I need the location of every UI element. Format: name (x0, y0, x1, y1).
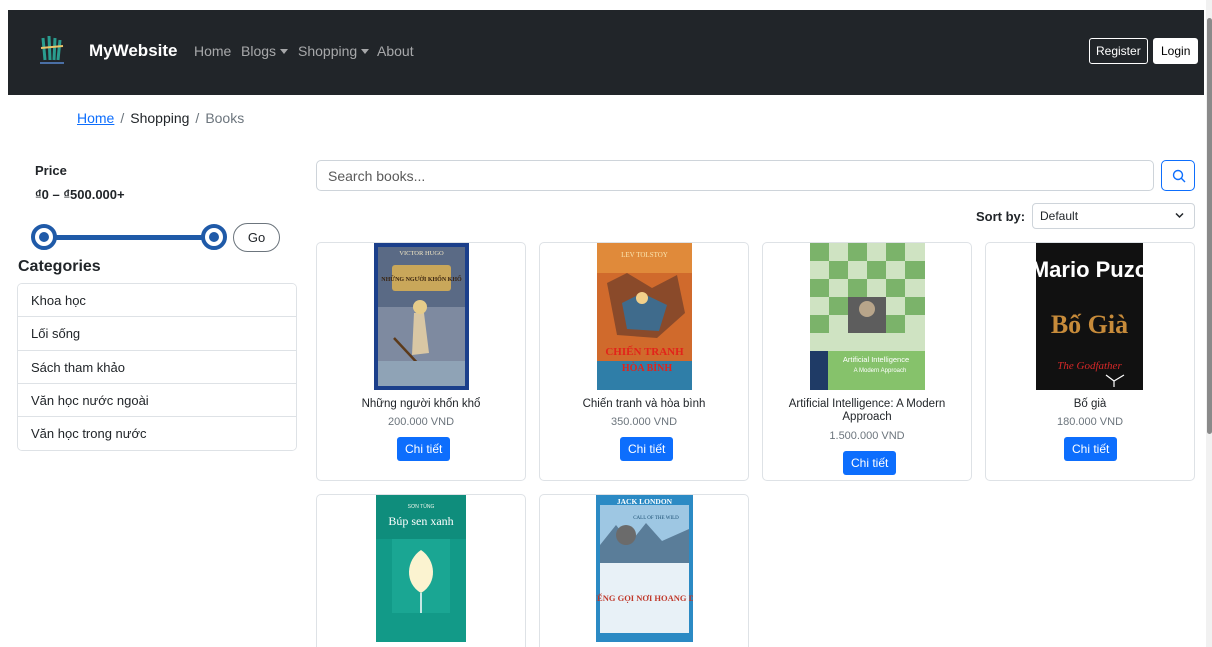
price-filter-title: Price (35, 163, 67, 178)
cover-author: JACK LONDON (617, 497, 673, 506)
cover-title: Artificial Intelligence (843, 355, 909, 364)
product-price: 180.000 VND (1056, 416, 1124, 428)
nav-blogs-label: Blogs (241, 43, 277, 59)
cover-author: SƠN TÙNG (408, 503, 435, 510)
product-card: Mario Puzo Bố Già The Godfather Bố già 1… (985, 242, 1195, 481)
search-icon (1172, 169, 1186, 183)
login-button[interactable]: Login (1153, 38, 1199, 64)
search-button[interactable] (1161, 160, 1195, 191)
breadcrumb-shopping: Shopping (130, 110, 190, 126)
site-logo-icon[interactable] (35, 32, 69, 68)
categories-title: Categories (18, 258, 101, 275)
product-name[interactable]: Chiến tranh và hòa bình (546, 398, 742, 411)
category-item-loi-song[interactable]: Lối sống (18, 317, 296, 351)
cover-author: VICTOR HUGO (399, 250, 444, 257)
product-card: JACK LONDON CALL OF THE WILD TIẾNG GỌI N… (539, 494, 749, 647)
price-slider-track[interactable] (44, 235, 214, 240)
product-price: 200.000 VND (387, 416, 455, 428)
product-name[interactable]: Artificial Intelligence: A Modern Approa… (769, 398, 965, 424)
scrollbar-thumb[interactable] (1207, 18, 1212, 434)
category-item-van-hoc-nuoc-ngoai[interactable]: Văn học nước ngoài (18, 383, 296, 418)
nav-home[interactable]: Home (194, 43, 231, 59)
cover-title: TIẾNG GỌI NƠI HOANG DÃ (596, 593, 693, 603)
book-cover-image[interactable]: Mario Puzo Bố Già The Godfather (1036, 243, 1143, 390)
product-name[interactable]: Những người khốn khổ (323, 398, 519, 411)
product-name[interactable]: Bố già (992, 398, 1188, 411)
cover-title: CHIẾN TRANH (605, 345, 684, 358)
category-item-sach-tham-khao[interactable]: Sách tham khảo (18, 350, 296, 384)
cover-subtitle: CALL OF THE WILD (633, 516, 679, 521)
caret-down-icon (361, 49, 370, 54)
cover-subtitle: A Modern Approach (854, 368, 907, 374)
chevron-down-icon (1175, 212, 1184, 219)
breadcrumb-separator: / (120, 110, 125, 126)
sort-selected-value: Default (1040, 209, 1079, 223)
cover-author: Mario Puzo (1036, 257, 1143, 282)
detail-button[interactable]: Chi tiết (843, 451, 897, 475)
detail-button[interactable]: Chi tiết (397, 437, 451, 461)
price-go-button[interactable]: Go (233, 223, 280, 252)
cover-author: LEV TOLSTOY (621, 251, 668, 259)
product-card: VICTOR HUGO NHỮNG NGƯỜI KHỐN KHỔ Những n… (316, 242, 526, 481)
caret-down-icon (280, 49, 289, 54)
price-slider-min-handle[interactable] (31, 224, 57, 250)
nav-about[interactable]: About (377, 43, 414, 59)
cover-title: Búp sen xanh (388, 514, 453, 528)
breadcrumb-separator: / (195, 110, 200, 126)
register-button[interactable]: Register (1089, 38, 1148, 64)
breadcrumb-current: Books (205, 110, 245, 126)
nav-shopping[interactable]: Shopping (298, 43, 370, 59)
product-card: SƠN TÙNG Búp sen xanh (316, 494, 526, 647)
cover-title: NHỮNG NGƯỜI KHỐN KHỔ (381, 275, 462, 283)
cover-subtitle: The Godfather (1057, 360, 1122, 372)
category-item-van-hoc-trong-nuoc[interactable]: Văn học trong nước (18, 417, 296, 451)
breadcrumb-home[interactable]: Home (77, 110, 114, 126)
cover-title: Bố Già (1051, 310, 1128, 339)
price-range-value: ₫0 – ₫500.000+ (35, 187, 125, 202)
search-input[interactable] (316, 160, 1154, 191)
sort-select[interactable]: Default (1032, 203, 1195, 229)
book-cover-image[interactable]: JACK LONDON CALL OF THE WILD TIẾNG GỌI N… (596, 495, 693, 642)
book-cover-image[interactable]: Artificial Intelligence A Modern Approac… (810, 243, 925, 390)
navbar: MyWebsite Home Blogs Shopping About Regi… (8, 10, 1204, 95)
product-card: Artificial Intelligence A Modern Approac… (762, 242, 972, 481)
book-cover-image[interactable]: SƠN TÙNG Búp sen xanh (376, 495, 466, 642)
sort-label: Sort by: (976, 209, 1026, 224)
cover-title-2: HÒA BÌNH (622, 362, 673, 374)
breadcrumb: Home / Shopping / Books (77, 110, 244, 126)
product-card: LEV TOLSTOY CHIẾN TRANH HÒA BÌNH Chiến t… (539, 242, 749, 481)
category-list: Khoa học Lối sống Sách tham khảo Văn học… (17, 283, 297, 452)
price-slider-max-handle[interactable] (201, 224, 227, 250)
detail-button[interactable]: Chi tiết (1064, 437, 1118, 461)
nav-blogs[interactable]: Blogs (241, 43, 289, 59)
category-item-khoa-hoc[interactable]: Khoa học (18, 284, 296, 318)
nav-shopping-label: Shopping (298, 43, 358, 59)
brand-name[interactable]: MyWebsite (89, 41, 178, 61)
book-cover-image[interactable]: LEV TOLSTOY CHIẾN TRANH HÒA BÌNH (597, 243, 692, 390)
product-price: 1.500.000 VND (829, 430, 905, 442)
product-price: 350.000 VND (610, 416, 678, 428)
detail-button[interactable]: Chi tiết (620, 437, 674, 461)
book-cover-image[interactable]: VICTOR HUGO NHỮNG NGƯỜI KHỐN KHỔ (374, 243, 469, 390)
